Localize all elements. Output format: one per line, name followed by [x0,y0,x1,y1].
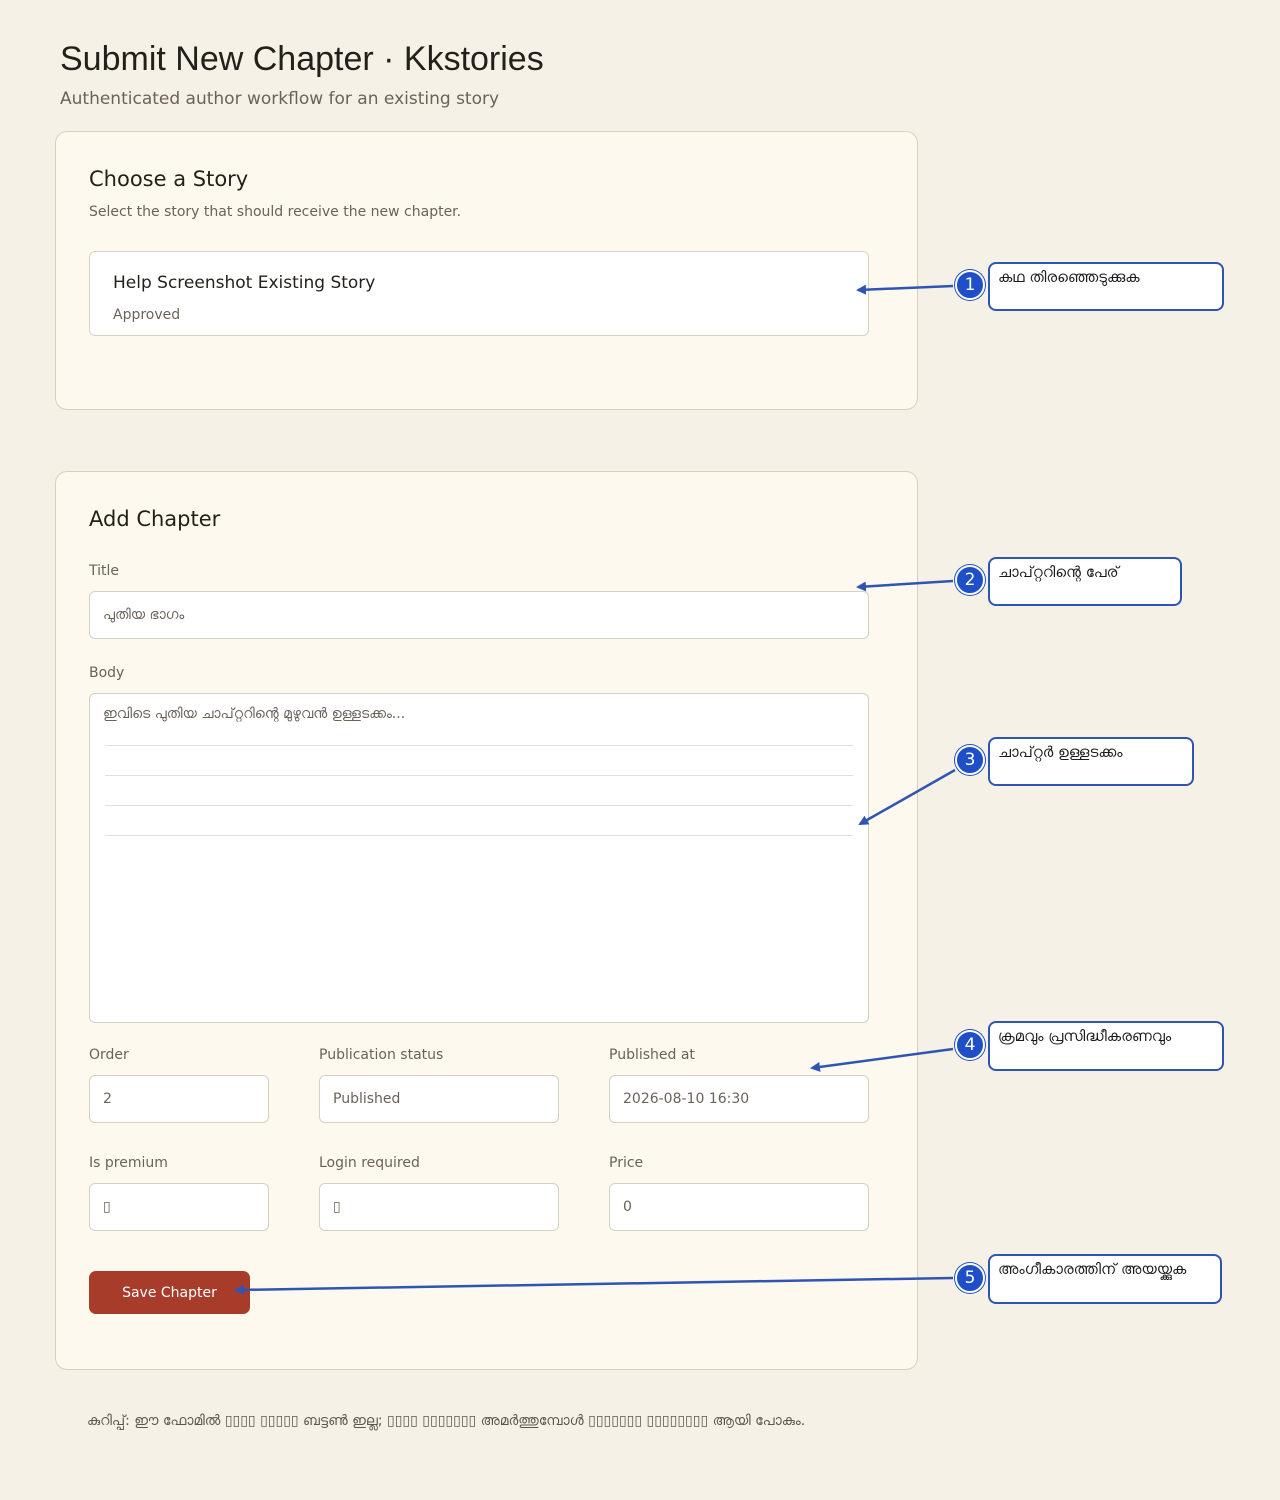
callout-number-4: 4 [955,1030,985,1060]
published-at-input[interactable]: 2026-08-10 16:30 [609,1075,869,1123]
story-option[interactable]: Help Screenshot Existing Story Approved [89,251,869,336]
callout-number-5: 5 [955,1263,985,1293]
choose-story-card: Choose a Story Select the story that sho… [55,131,918,410]
order-input[interactable]: 2 [89,1075,269,1123]
callout-number-1: 1 [955,270,985,300]
is-premium-label: Is premium [89,1155,168,1171]
published-at-value: 2026-08-10 16:30 [623,1091,750,1107]
add-chapter-heading: Add Chapter [89,507,221,531]
page-subtitle: Authenticated author workflow for an exi… [60,89,500,109]
story-name: Help Screenshot Existing Story [113,273,376,293]
order-label: Order [89,1047,129,1063]
callout-box-1: കഥ തിരഞ്ഞെടുക്കുക [988,262,1224,311]
story-status: Approved [113,307,181,323]
body-placeholder: ഇവിടെ പുതിയ ചാപ്റ്ററിന്റെ മുഴുവൻ ഉള്ളടക്… [103,706,406,722]
publication-status-select[interactable]: Published [319,1075,559,1123]
title-placeholder: പുതിയ ഭാഗം [103,607,185,623]
body-rule-line [105,805,853,806]
body-label: Body [89,665,125,681]
price-value: 0 [623,1199,632,1215]
callout-box-4: ക്രമവും പ്രസിദ്ധീകരണവും [988,1021,1224,1071]
is-premium-input[interactable]: ▯ [89,1183,269,1231]
login-required-value: ▯ [333,1199,341,1215]
choose-story-heading: Choose a Story [89,167,249,191]
login-required-input[interactable]: ▯ [319,1183,559,1231]
callout-text-5: അംഗീകാരത്തിന് അയയ്ക്കുക [998,1260,1187,1278]
page-title: Submit New Chapter · Kkstories [60,40,544,78]
callout-text-1: കഥ തിരഞ്ഞെടുക്കുക [998,268,1140,286]
login-required-label: Login required [319,1155,420,1171]
title-input[interactable]: പുതിയ ഭാഗം [89,591,869,639]
price-label: Price [609,1155,644,1171]
callout-text-2: ചാപ്റ്ററിന്റെ പേര് [998,563,1119,581]
body-rule-line [105,745,853,746]
is-premium-value: ▯ [103,1199,111,1215]
price-input[interactable]: 0 [609,1183,869,1231]
body-textarea[interactable]: ഇവിടെ പുതിയ ചാപ്റ്ററിന്റെ മുഴുവൻ ഉള്ളടക്… [89,693,869,1023]
published-at-label: Published at [609,1047,695,1063]
footer-note: കുറിപ്പ്: ഈ ഫോമിൽ ▯▯▯▯ ▯▯▯▯▯ ബട്ടൺ ഇല്ല;… [87,1413,806,1429]
callout-box-3: ചാപ്റ്റർ ഉള്ളടക്കം [988,737,1194,786]
body-rule-line [105,835,853,836]
publication-status-value: Published [333,1091,401,1107]
callout-box-2: ചാപ്റ്ററിന്റെ പേര് [988,557,1182,606]
choose-story-description: Select the story that should receive the… [89,204,462,220]
body-rule-line [105,775,853,776]
callout-number-3: 3 [955,745,985,775]
title-label: Title [89,563,120,579]
callout-text-4: ക്രമവും പ്രസിദ്ധീകരണവും [998,1027,1172,1045]
save-chapter-button[interactable]: Save Chapter [89,1271,250,1314]
callout-number-2: 2 [955,565,985,595]
callout-text-3: ചാപ്റ്റർ ഉള്ളടക്കം [998,743,1123,761]
order-value: 2 [103,1091,112,1107]
add-chapter-card: Add Chapter Title പുതിയ ഭാഗം Body ഇവിടെ … [55,471,918,1370]
publication-status-label: Publication status [319,1047,444,1063]
callout-box-5: അംഗീകാരത്തിന് അയയ്ക്കുക [988,1254,1222,1304]
